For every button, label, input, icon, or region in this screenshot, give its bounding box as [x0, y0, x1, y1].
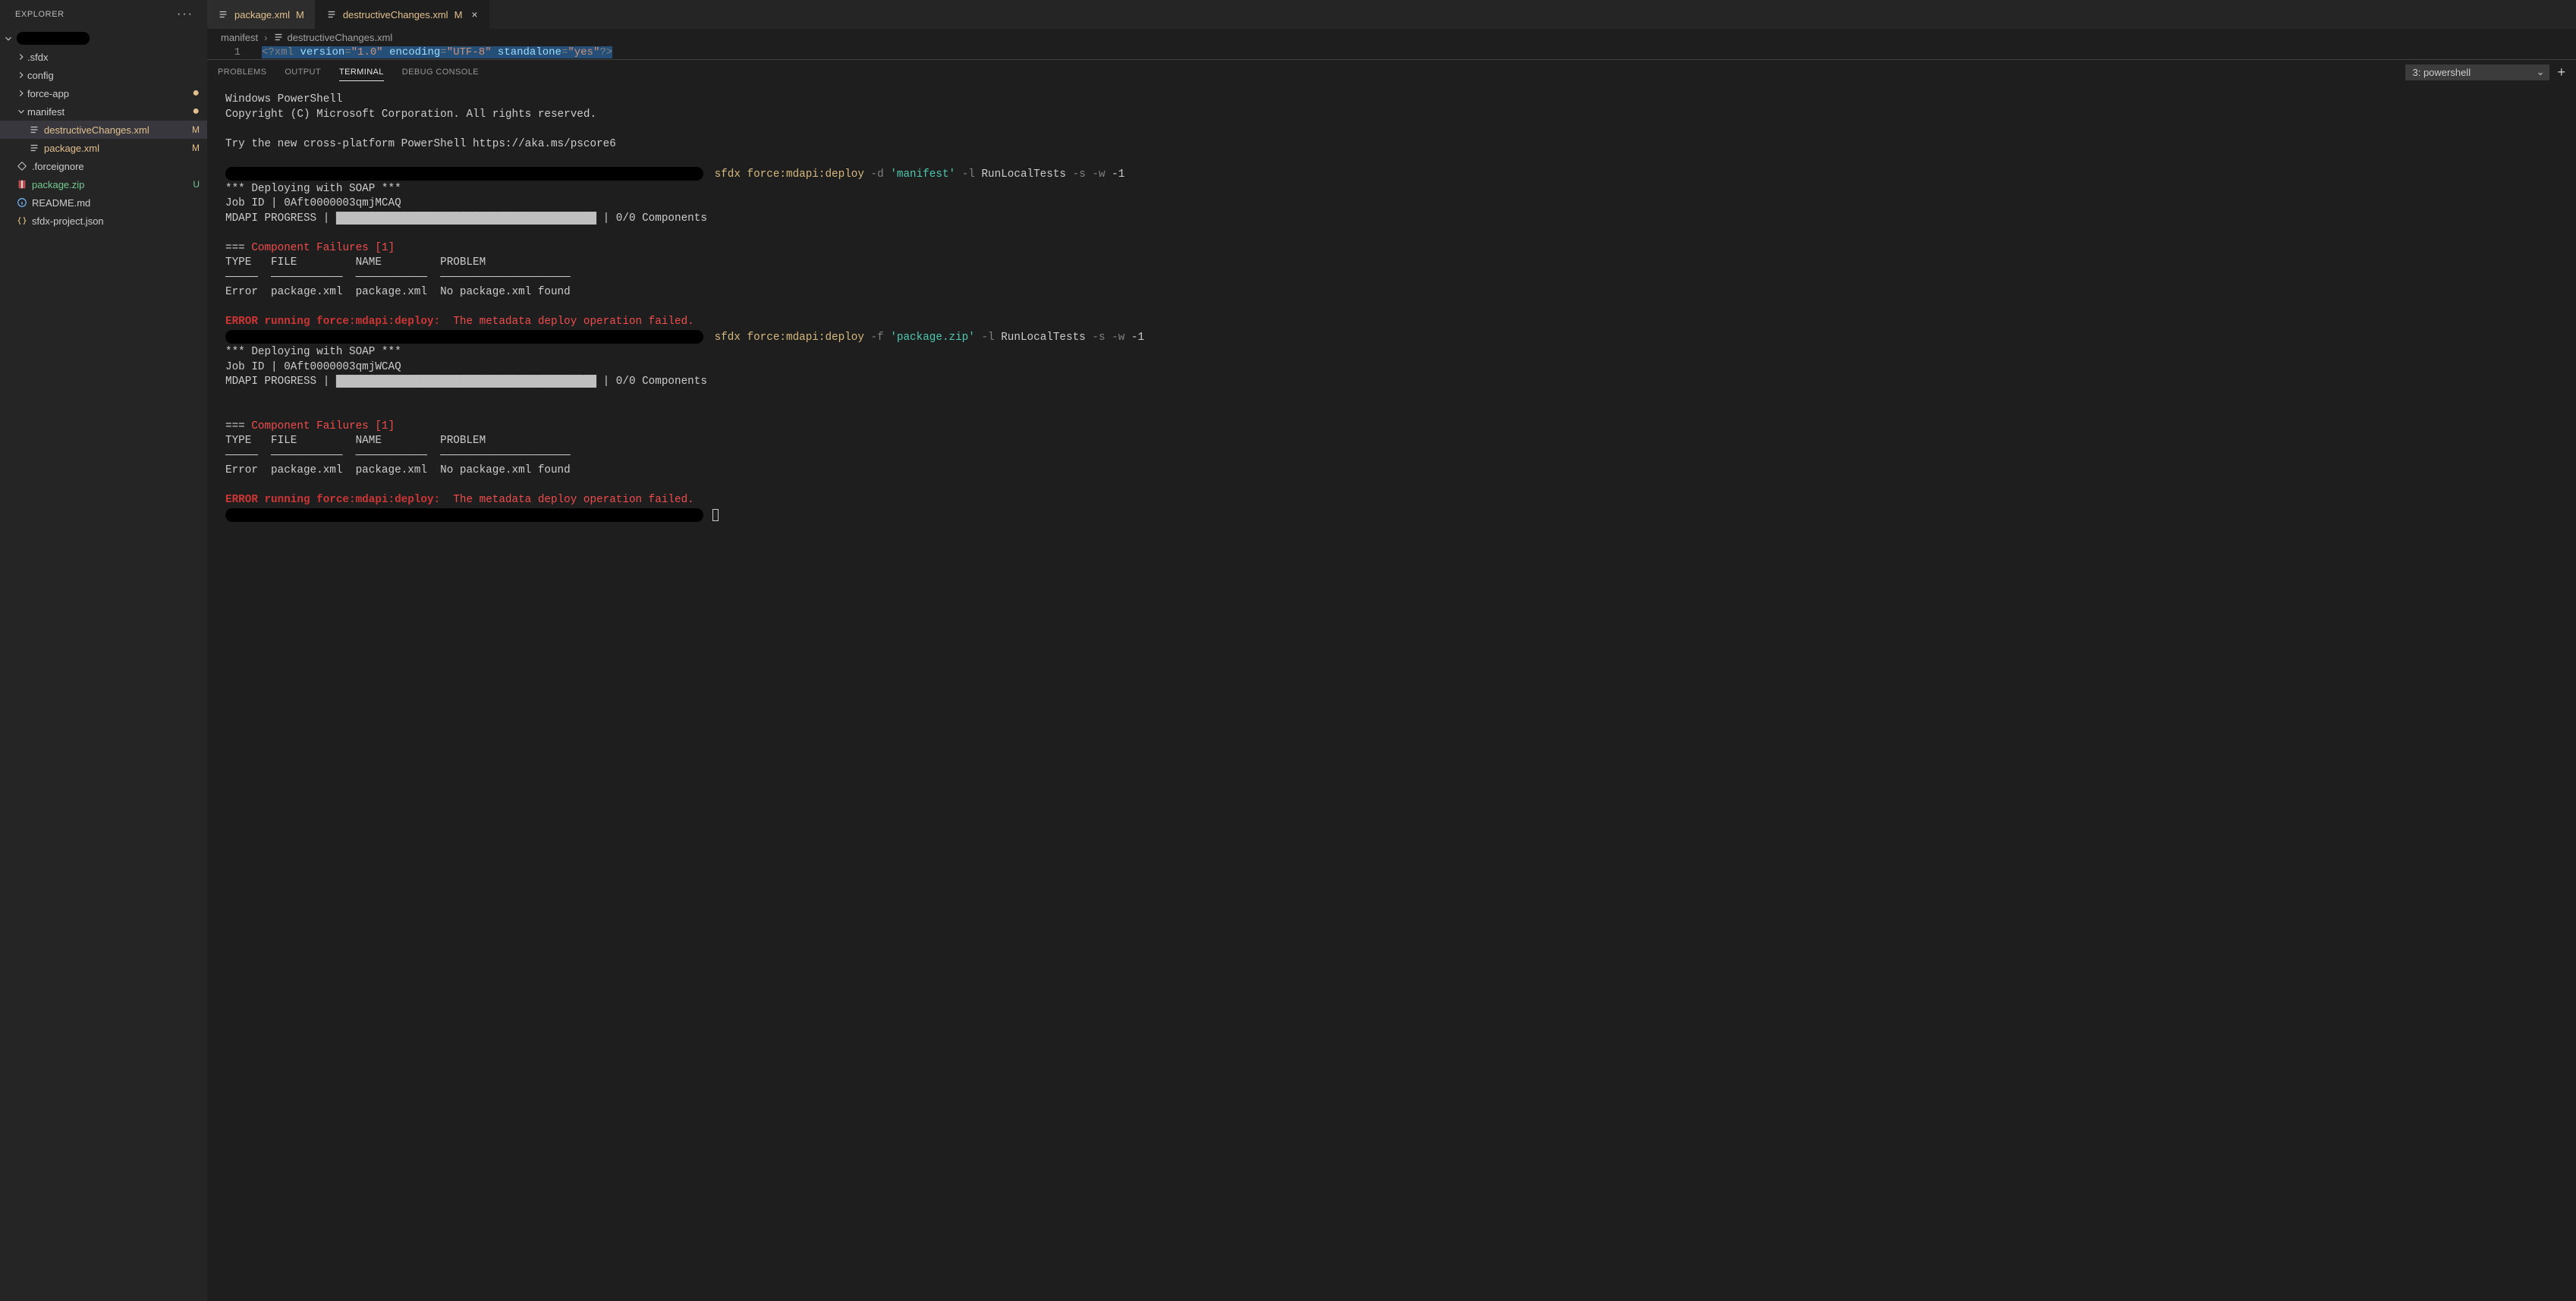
breadcrumb-item[interactable]: manifest — [221, 32, 258, 43]
file-readme-md[interactable]: README.md — [0, 193, 207, 212]
file-icon — [15, 161, 29, 171]
git-badge: U — [193, 179, 200, 190]
tab-package-xml[interactable]: package.xmlM — [207, 0, 316, 29]
file-icon — [27, 124, 41, 135]
file-package-xml[interactable]: package.xmlM — [0, 139, 207, 157]
cursor — [712, 509, 719, 521]
chevron-down-icon — [3, 33, 14, 44]
editor-tabs: package.xmlMdestructiveChanges.xmlM× — [207, 0, 2576, 29]
breadcrumb-item[interactable]: destructiveChanges.xml — [287, 32, 392, 43]
file-icon — [27, 143, 41, 153]
file-sfdx-project-json[interactable]: sfdx-project.json — [0, 212, 207, 230]
file-icon — [218, 9, 228, 20]
chevron-right-icon — [15, 88, 27, 99]
chevron-right-icon — [15, 70, 27, 80]
terminal-selector[interactable]: 3: powershell — [2405, 64, 2549, 80]
bottom-panel: PROBLEMS OUTPUT TERMINAL DEBUG CONSOLE 3: p… — [207, 59, 2576, 1301]
file-icon — [15, 215, 29, 226]
close-icon[interactable]: × — [471, 8, 477, 20]
chevron-right-icon — [15, 52, 27, 62]
panel-tab-output[interactable]: OUTPUT — [285, 64, 321, 80]
code-editor[interactable]: 1 <?xml version="1.0" encoding="UTF-8" s… — [207, 46, 2576, 59]
file-tree: .sfdxconfigforce-app●manifest●destructiv… — [0, 29, 207, 231]
file--forceignore[interactable]: .forceignore — [0, 157, 207, 175]
folder-config[interactable]: config — [0, 66, 207, 84]
editor-area: package.xmlM destructiveChanges.xml M × man… — [207, 0, 2576, 1301]
folder--sfdx[interactable]: .sfdx — [0, 48, 207, 66]
git-badge: M — [192, 143, 200, 153]
chevron-down-icon — [15, 106, 27, 117]
file-package-zip[interactable]: package.zipU — [0, 175, 207, 193]
terminal-output[interactable]: Windows PowerShell Copyright (C) Microso… — [207, 85, 2576, 1301]
panel-tab-debug-console[interactable]: DEBUG CONSOLE — [402, 64, 479, 80]
file-icon — [15, 179, 29, 190]
explorer-sidebar: EXPLORER ··· .sfdxconfigforce-app●manife… — [0, 0, 207, 1301]
panel-tabs: PROBLEMS OUTPUT TERMINAL DEBUG CONSOLE 3: p… — [207, 60, 2576, 85]
git-badge: ● — [192, 90, 200, 97]
folder-force-app[interactable]: force-app● — [0, 84, 207, 102]
folder-manifest[interactable]: manifest● — [0, 102, 207, 121]
panel-tab-terminal[interactable]: TERMINAL — [339, 64, 384, 81]
new-terminal-icon[interactable]: + — [2557, 64, 2565, 80]
panel-tab-problems[interactable]: PROBLEMS — [218, 64, 266, 80]
git-badge: ● — [192, 108, 200, 115]
prompt-redacted — [225, 167, 703, 181]
prompt-redacted — [225, 330, 703, 344]
more-actions-icon[interactable]: ··· — [177, 8, 193, 21]
file-destructivechanges-xml[interactable]: destructiveChanges.xmlM — [0, 121, 207, 139]
file-icon — [326, 9, 337, 20]
file-icon — [273, 32, 284, 42]
git-badge: M — [192, 124, 200, 135]
git-badge: M — [454, 9, 463, 20]
file-icon — [15, 197, 29, 208]
tab-destructivechanges-xml[interactable]: destructiveChanges.xmlM× — [316, 0, 489, 29]
workspace-name-redacted — [17, 32, 90, 45]
git-badge: M — [296, 9, 304, 20]
workspace-root[interactable] — [0, 30, 207, 48]
explorer-header: EXPLORER ··· — [0, 0, 207, 29]
line-number: 1 — [221, 46, 241, 58]
explorer-title: EXPLORER — [15, 10, 64, 19]
breadcrumbs[interactable]: manifest›destructiveChanges.xml — [207, 29, 2576, 46]
prompt-redacted — [225, 508, 703, 522]
